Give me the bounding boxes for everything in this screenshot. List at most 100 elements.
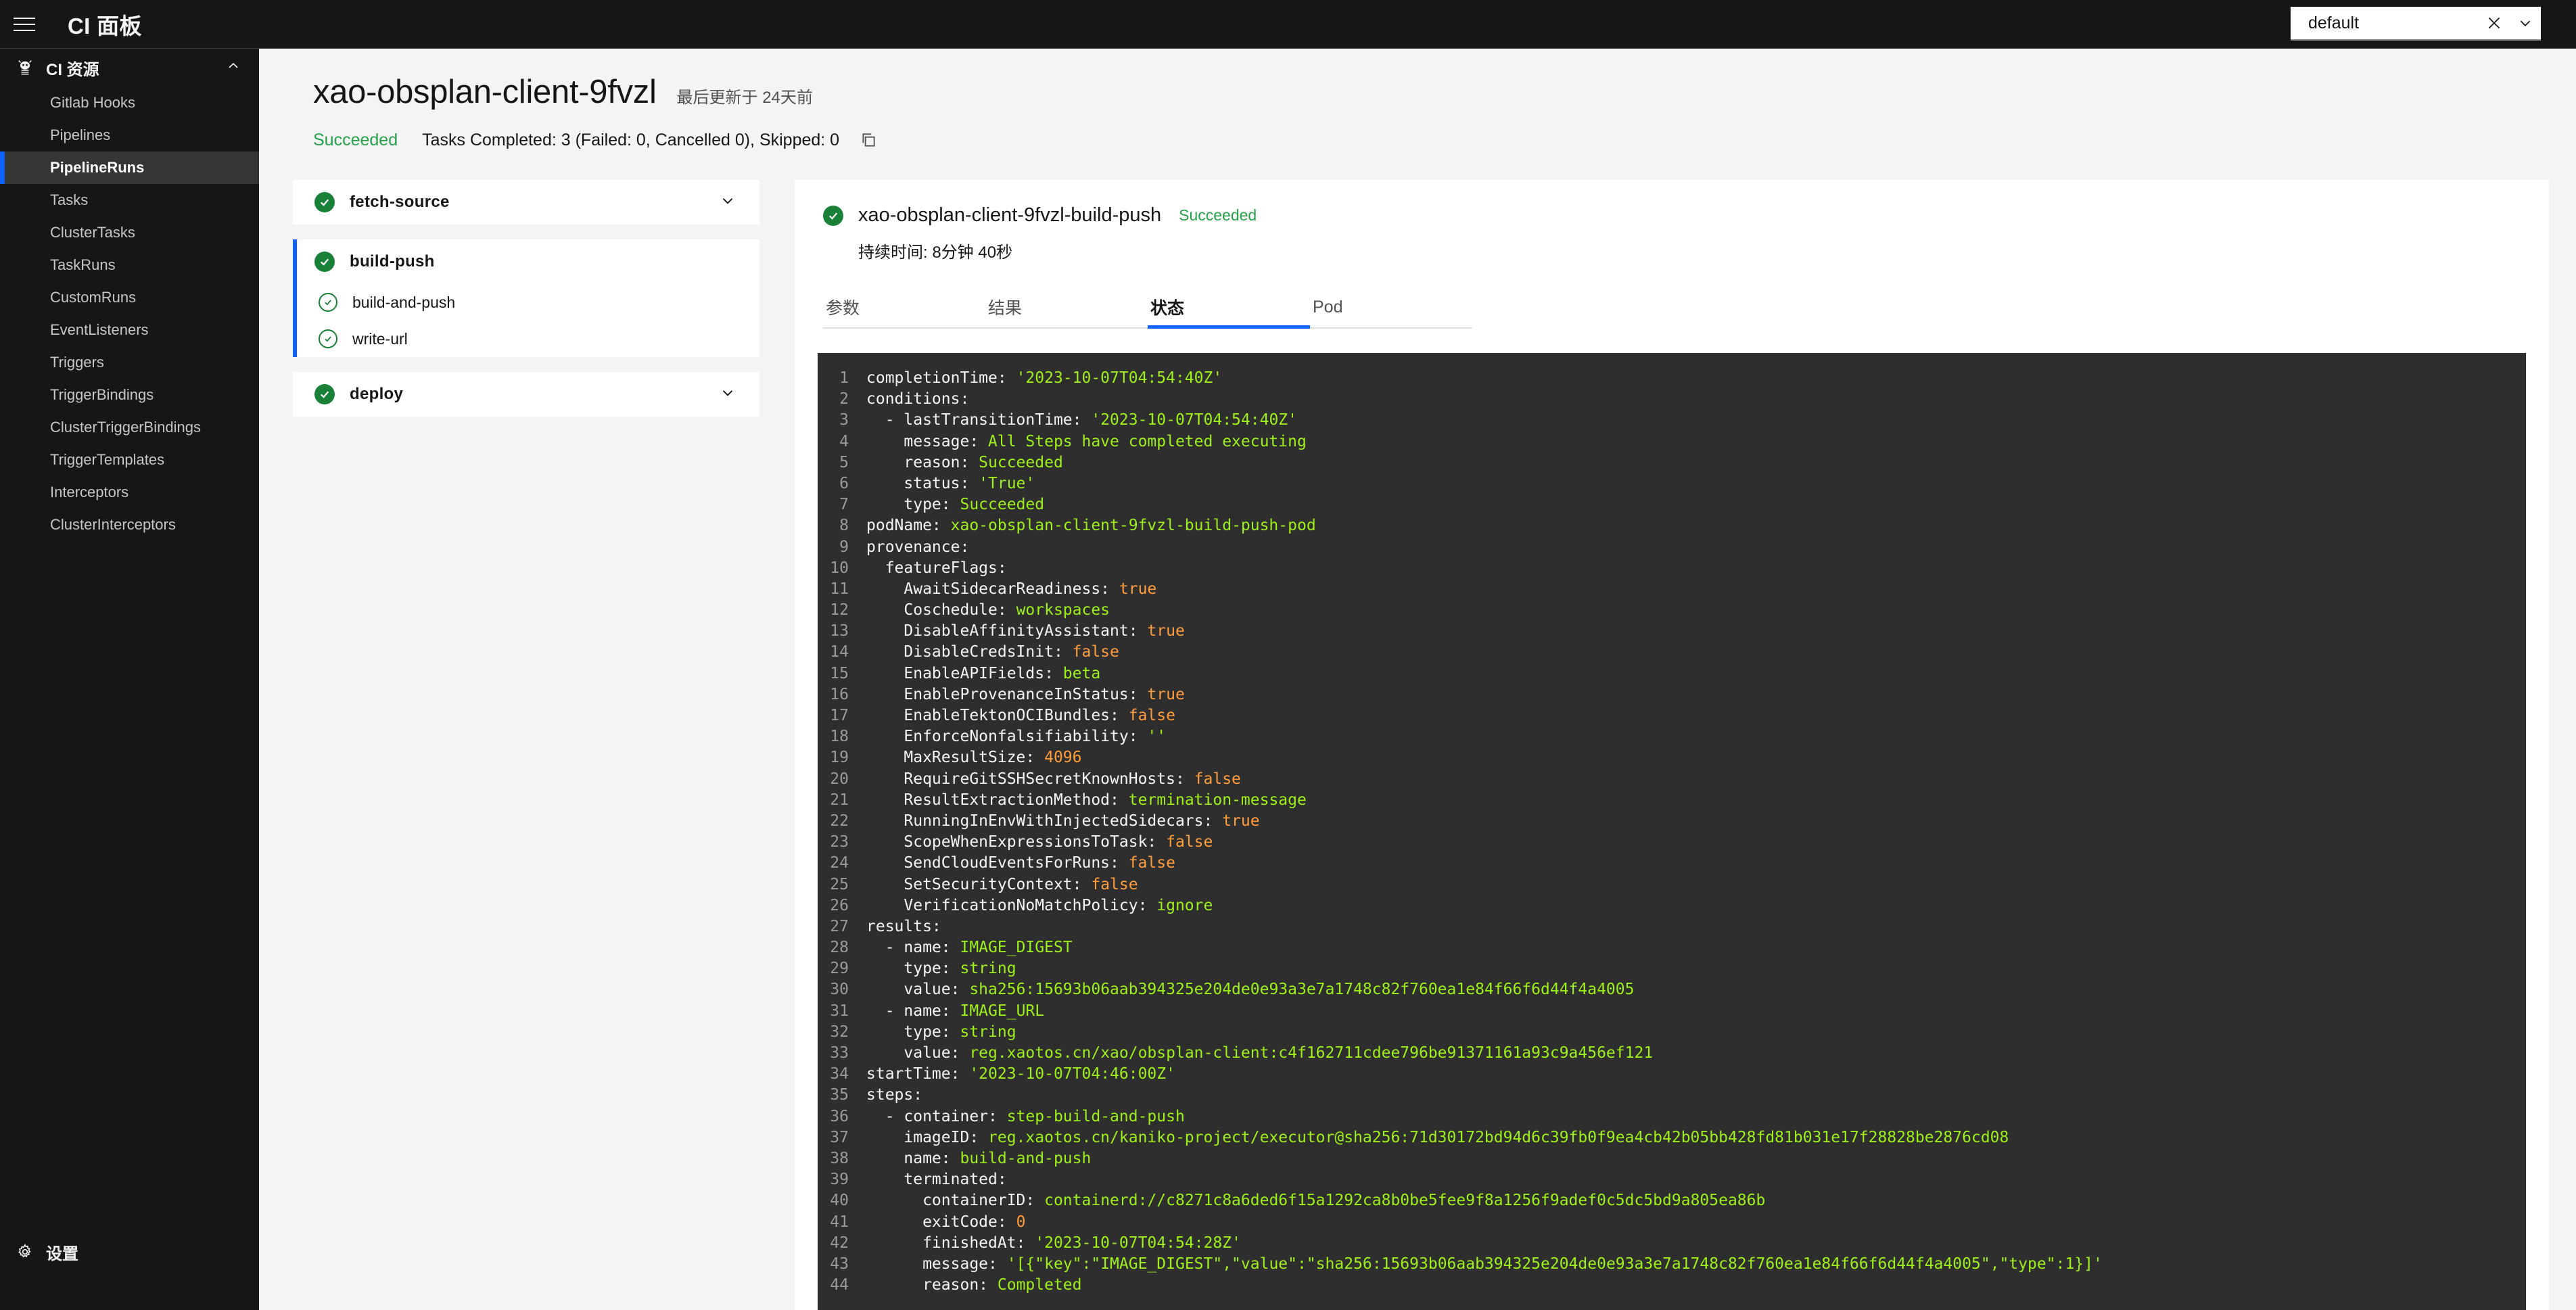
code-line: 32 type: string bbox=[818, 1022, 2526, 1043]
line-number: 8 bbox=[839, 517, 849, 535]
detail-status-badge: Succeeded bbox=[1179, 206, 1257, 224]
chevron-down-icon[interactable] bbox=[2510, 6, 2541, 40]
code-line: 37 imageID: reg.xaotos.cn/kaniko-project… bbox=[818, 1127, 2526, 1148]
line-number: 35 bbox=[830, 1086, 849, 1104]
task-header-build-push[interactable]: build-push bbox=[293, 239, 759, 284]
step-item-write-url[interactable]: write-url bbox=[293, 321, 759, 357]
line-number: 37 bbox=[830, 1128, 849, 1146]
code-line: 15 EnableAPIFields: beta bbox=[818, 663, 2526, 684]
copy-icon[interactable] bbox=[857, 128, 880, 151]
code-line: 26 VerificationNoMatchPolicy: ignore bbox=[818, 895, 2526, 916]
tab-状态[interactable]: 状态 bbox=[1148, 287, 1310, 329]
app-title[interactable]: CI 面板 bbox=[68, 8, 142, 41]
code-text: imageID: reg.xaotos.cn/kaniko-project/ex… bbox=[866, 1128, 2009, 1146]
namespace-value: default bbox=[2308, 13, 2360, 32]
top-bar: CI 面板 default bbox=[0, 0, 2576, 49]
hamburger-menu-icon[interactable] bbox=[0, 0, 49, 48]
sidebar-item-interceptors[interactable]: Interceptors bbox=[0, 476, 259, 509]
task-name: fetch-source bbox=[350, 193, 450, 211]
line-number: 3 bbox=[839, 411, 849, 429]
close-icon[interactable] bbox=[2479, 6, 2510, 40]
task-card: build-push build-and-push write-url bbox=[293, 239, 759, 357]
code-text: - name: IMAGE_DIGEST bbox=[866, 939, 1073, 957]
sidebar-item-pipelineruns[interactable]: PipelineRuns bbox=[0, 151, 259, 184]
sidebar-group-ci-resources[interactable]: CI 资源 bbox=[0, 49, 259, 87]
line-number: 30 bbox=[830, 981, 849, 999]
line-number: 16 bbox=[830, 685, 849, 703]
code-line: 20 RequireGitSSHSecretKnownHosts: false bbox=[818, 769, 2526, 790]
tab-Pod[interactable]: Pod bbox=[1310, 287, 1472, 327]
status-yaml-viewer[interactable]: 1 completionTime: '2023-10-07T04:54:40Z' 2… bbox=[818, 353, 2526, 1310]
sidebar: CI 资源 Gitlab Hooks Pipelines PipelineRuns T… bbox=[0, 49, 259, 1310]
line-number: 40 bbox=[830, 1192, 849, 1210]
code-text: featureFlags: bbox=[866, 559, 1007, 577]
detail-duration: 持续时间: 8分钟 40秒 bbox=[858, 243, 1013, 262]
code-line: 5 reason: Succeeded bbox=[818, 452, 2526, 473]
code-line: 22 RunningInEnvWithInjectedSidecars: tru… bbox=[818, 811, 2526, 832]
line-number: 12 bbox=[830, 601, 849, 619]
line-number: 27 bbox=[830, 917, 849, 935]
sidebar-item-eventlisteners[interactable]: EventListeners bbox=[0, 314, 259, 346]
code-line: 44 reason: Completed bbox=[818, 1275, 2526, 1296]
detail-tabs: 参数 结果 状态 Pod bbox=[823, 287, 1472, 329]
gear-icon bbox=[12, 1243, 38, 1261]
content-split: fetch-source build-push build-and-push writ… bbox=[259, 151, 2576, 1310]
code-line: 24 SendCloudEventsForRuns: false bbox=[818, 853, 2526, 874]
line-number: 26 bbox=[830, 896, 849, 914]
code-text: ResultExtractionMethod: termination-mess… bbox=[866, 791, 1307, 809]
code-text: - container: step-build-and-push bbox=[866, 1107, 1185, 1125]
detail-title: xao-obsplan-client-9fvzl-build-push bbox=[858, 204, 1162, 226]
detail-header: xao-obsplan-client-9fvzl-build-push Succ… bbox=[795, 204, 2549, 227]
code-text: MaxResultSize: 4096 bbox=[866, 749, 1082, 767]
check-outline-icon bbox=[319, 329, 337, 348]
code-text: conditions: bbox=[866, 390, 970, 408]
code-line: 21 ResultExtractionMethod: termination-m… bbox=[818, 790, 2526, 811]
code-line: 43 message: '[{"key":"IMAGE_DIGEST","val… bbox=[818, 1254, 2526, 1275]
line-number: 20 bbox=[830, 770, 849, 788]
chevron-up-icon[interactable] bbox=[225, 58, 241, 78]
line-number: 36 bbox=[830, 1107, 849, 1125]
task-header-deploy[interactable]: deploy bbox=[293, 372, 759, 417]
line-number: 34 bbox=[830, 1065, 849, 1083]
line-number: 19 bbox=[830, 749, 849, 767]
task-header-fetch-source[interactable]: fetch-source bbox=[293, 180, 759, 225]
code-text: reason: Completed bbox=[866, 1276, 1082, 1294]
sidebar-item-triggertemplates[interactable]: TriggerTemplates bbox=[0, 444, 259, 476]
sidebar-item-settings[interactable]: 设置 bbox=[0, 1232, 259, 1272]
code-line: 34 startTime: '2023-10-07T04:46:00Z' bbox=[818, 1064, 2526, 1085]
line-number: 9 bbox=[839, 538, 849, 556]
code-line: 33 value: reg.xaotos.cn/xao/obsplan-clie… bbox=[818, 1043, 2526, 1064]
line-number: 41 bbox=[830, 1213, 849, 1231]
code-text: terminated: bbox=[866, 1171, 1007, 1189]
namespace-selector[interactable]: default bbox=[2291, 7, 2541, 41]
code-text: steps: bbox=[866, 1086, 923, 1104]
code-line: 4 message: All Steps have completed exec… bbox=[818, 431, 2526, 452]
sidebar-item-triggerbindings[interactable]: TriggerBindings bbox=[0, 379, 259, 411]
tab-参数[interactable]: 参数 bbox=[823, 287, 985, 327]
sidebar-item-clustertasks[interactable]: ClusterTasks bbox=[0, 216, 259, 249]
taskrun-detail-panel: xao-obsplan-client-9fvzl-build-push Succ… bbox=[795, 180, 2549, 1310]
code-text: message: '[{"key":"IMAGE_DIGEST","value"… bbox=[866, 1255, 2103, 1273]
step-item-build-and-push[interactable]: build-and-push bbox=[293, 284, 759, 321]
line-number: 24 bbox=[830, 854, 849, 872]
sidebar-item-clustertriggerbindings[interactable]: ClusterTriggerBindings bbox=[0, 411, 259, 444]
code-text: - lastTransitionTime: '2023-10-07T04:54:… bbox=[866, 411, 1297, 429]
tab-结果[interactable]: 结果 bbox=[985, 287, 1148, 327]
chevron-down-icon[interactable] bbox=[719, 384, 736, 405]
code-line: 19 MaxResultSize: 4096 bbox=[818, 747, 2526, 768]
code-line: 13 DisableAffinityAssistant: true bbox=[818, 621, 2526, 642]
line-number: 31 bbox=[830, 1002, 849, 1020]
sidebar-item-triggers[interactable]: Triggers bbox=[0, 346, 259, 379]
sidebar-item-tasks[interactable]: Tasks bbox=[0, 184, 259, 216]
code-text: finishedAt: '2023-10-07T04:54:28Z' bbox=[866, 1234, 1241, 1252]
sidebar-item-taskruns[interactable]: TaskRuns bbox=[0, 249, 259, 281]
code-text: EnforceNonfalsifiability: '' bbox=[866, 728, 1167, 746]
code-text: ScopeWhenExpressionsToTask: false bbox=[866, 833, 1213, 851]
code-line: 28 - name: IMAGE_DIGEST bbox=[818, 937, 2526, 958]
sidebar-item-clusterinterceptors[interactable]: ClusterInterceptors bbox=[0, 509, 259, 541]
code-text: reason: Succeeded bbox=[866, 453, 1063, 471]
sidebar-item-gitlab-hooks[interactable]: Gitlab Hooks bbox=[0, 87, 259, 119]
sidebar-item-pipelines[interactable]: Pipelines bbox=[0, 119, 259, 151]
chevron-down-icon[interactable] bbox=[719, 192, 736, 213]
sidebar-item-customruns[interactable]: CustomRuns bbox=[0, 281, 259, 314]
